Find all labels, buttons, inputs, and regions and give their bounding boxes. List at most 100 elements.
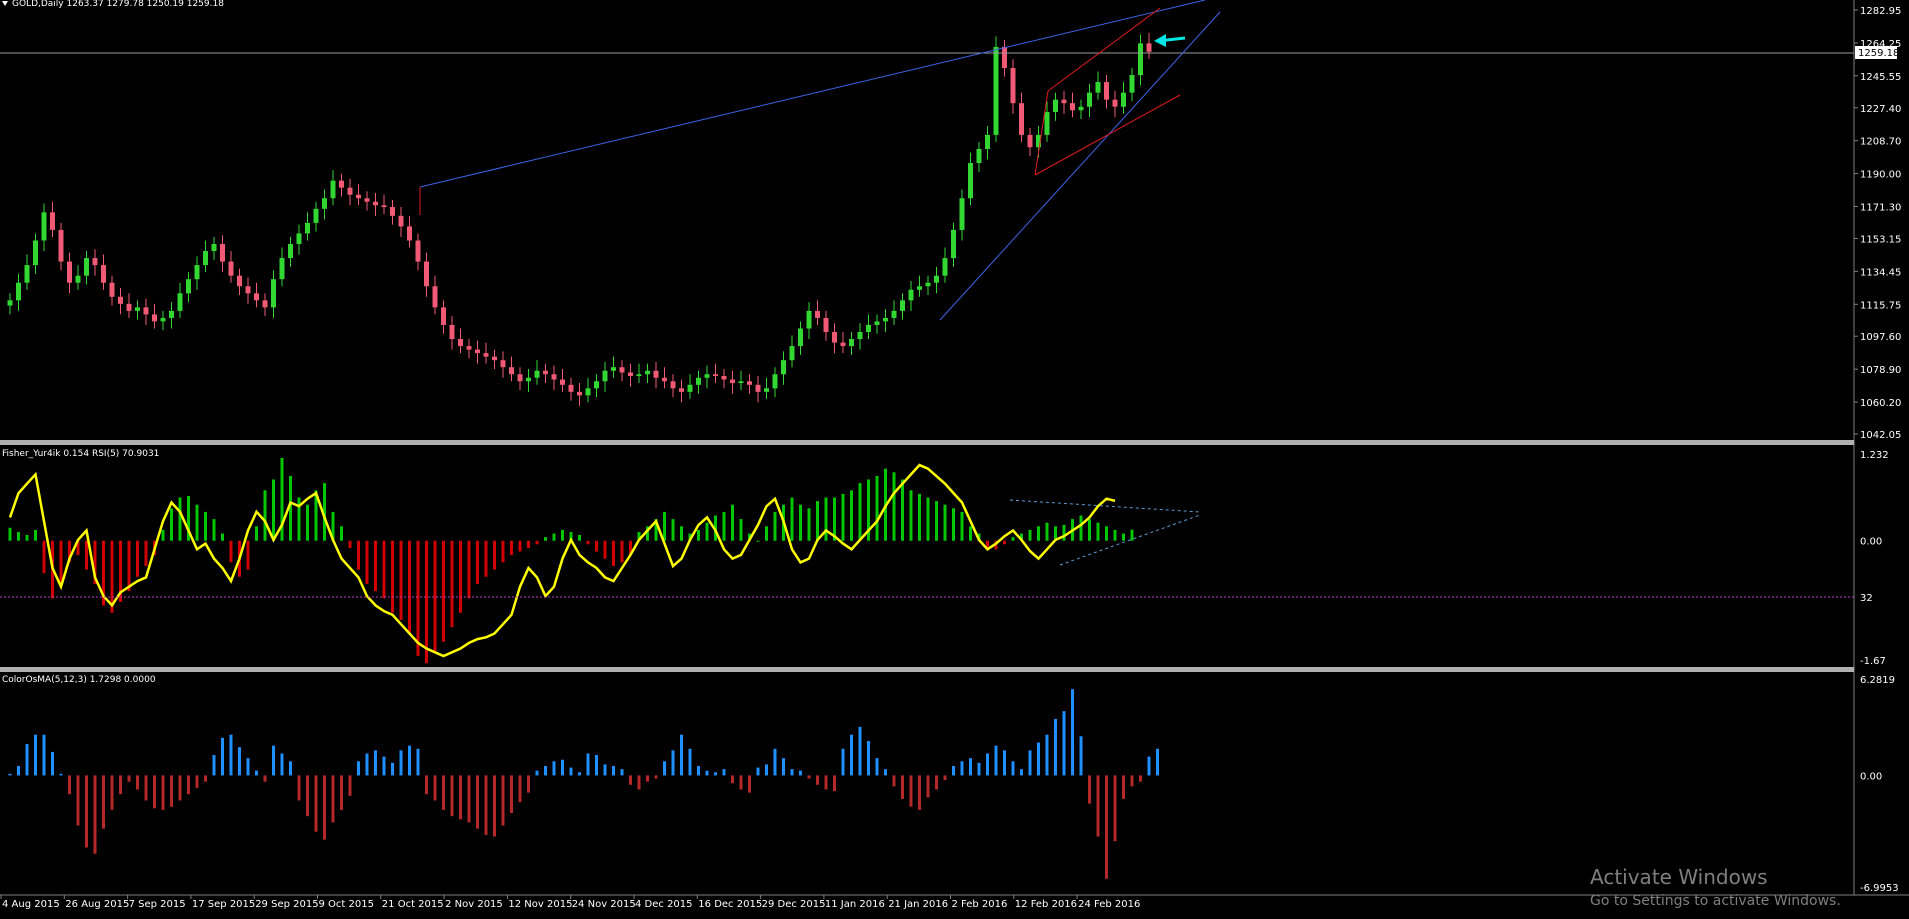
candle-body (143, 307, 149, 315)
candle-body (313, 208, 319, 223)
candle-body (1138, 43, 1143, 76)
main-panel-separator[interactable] (0, 440, 1854, 445)
trading-chart[interactable]: 1282.951264.251245.551227.401208.701190.… (0, 0, 1909, 919)
osma-bar (884, 769, 887, 776)
time-tick-label: 4 Aug 2015 (2, 899, 60, 910)
fisher-title: Fisher_Yur4ik 0.154 RSI(5) 70.9031 (2, 449, 159, 459)
candle-body (908, 289, 914, 301)
candle-body (534, 370, 540, 378)
candle-body (356, 194, 361, 199)
osma-bar (1130, 775, 1134, 787)
fisher-bar (518, 540, 522, 552)
fisher-bar (476, 540, 479, 584)
candle-body (483, 353, 489, 357)
osma-bar (578, 772, 581, 776)
time-tick-label: 26 Aug 2015 (65, 899, 129, 910)
candle-body (670, 381, 676, 389)
osma-bar (272, 745, 275, 776)
time-tick-label: 21 Jan 2016 (888, 899, 948, 910)
fisher-bar (824, 497, 828, 541)
osma-bar (1113, 775, 1117, 842)
fisher-bar (161, 529, 165, 541)
osma-bar (850, 734, 853, 776)
fisher-bar (178, 497, 182, 541)
fisher-bar (484, 540, 488, 577)
osma-bar (629, 775, 632, 785)
osma-bar (51, 751, 54, 776)
time-tick-label: 7 Sep 2015 (129, 899, 186, 910)
fisher-bar (442, 540, 445, 642)
osma-bar (255, 770, 258, 776)
osma-bar (867, 740, 870, 776)
candle-body (815, 310, 820, 318)
osma-bar (612, 766, 615, 776)
osma-bar (144, 775, 148, 801)
candle-body (424, 261, 429, 287)
fisher-bar (697, 529, 700, 541)
osma-bar (1028, 750, 1032, 776)
candle-body (560, 379, 565, 385)
candle-body (781, 360, 786, 375)
osma-bar (782, 758, 785, 776)
osma-bar (807, 775, 811, 779)
osma-bar (535, 770, 539, 776)
osma-bar (459, 775, 462, 820)
osma-bar (493, 775, 496, 837)
fisher-bar (391, 540, 394, 613)
candle-body (449, 324, 455, 340)
fisher-tick-label: 1.232 (1860, 450, 1889, 461)
osma-bar (969, 758, 972, 776)
osma-bar (416, 748, 420, 776)
osma-bar (246, 758, 250, 776)
candle-body (126, 303, 132, 311)
osma-bar (680, 734, 683, 776)
osma-bar (518, 775, 522, 803)
candle-body (432, 286, 438, 308)
fisher-bar (1088, 519, 1091, 541)
candle-body (381, 205, 387, 208)
price-tick-label: 1227.40 (1860, 104, 1901, 115)
fisher-bar (1130, 529, 1134, 541)
osma-bar (42, 734, 46, 776)
candle-body (789, 346, 795, 361)
candle-body (390, 207, 395, 216)
osma-bar (1011, 761, 1015, 776)
fisher-bar (459, 540, 462, 613)
candle-body (194, 265, 200, 280)
fisher-bar (365, 540, 369, 584)
candle-body (262, 300, 268, 308)
osma-bar (76, 775, 80, 826)
osma-bar (1045, 734, 1049, 776)
candle-body (1078, 106, 1084, 111)
osma-bar (8, 773, 12, 776)
candle-body (942, 258, 948, 276)
fisher-bar (255, 526, 258, 541)
osma-bar (960, 761, 964, 776)
osma-bar (323, 775, 326, 840)
candle-body (186, 279, 191, 294)
osma-bar (569, 767, 573, 776)
time-tick-label: 12 Nov 2015 (508, 899, 572, 910)
fisher-bar (926, 497, 930, 541)
price-tick-label: 1097.60 (1860, 332, 1901, 343)
osma-bar (280, 753, 284, 776)
osma-panel-separator[interactable] (0, 667, 1854, 672)
fisher-bar (901, 479, 904, 541)
fisher-bar (935, 501, 938, 541)
candle-body (75, 275, 81, 283)
fisher-bar (816, 501, 819, 541)
candle-body (577, 391, 582, 396)
candle-body (764, 388, 769, 392)
candle-body (50, 212, 55, 230)
osma-bar (1079, 736, 1083, 776)
candle-body (109, 282, 115, 297)
candle-body (245, 286, 251, 294)
candle-body (900, 300, 905, 311)
candle-body (543, 370, 548, 375)
osma-bar (391, 762, 394, 776)
candle-body (976, 148, 982, 164)
fisher-bar (773, 511, 777, 541)
candle-body (1002, 46, 1007, 68)
osma-bar (892, 775, 896, 787)
time-tick-label: 29 Sep 2015 (255, 899, 318, 910)
